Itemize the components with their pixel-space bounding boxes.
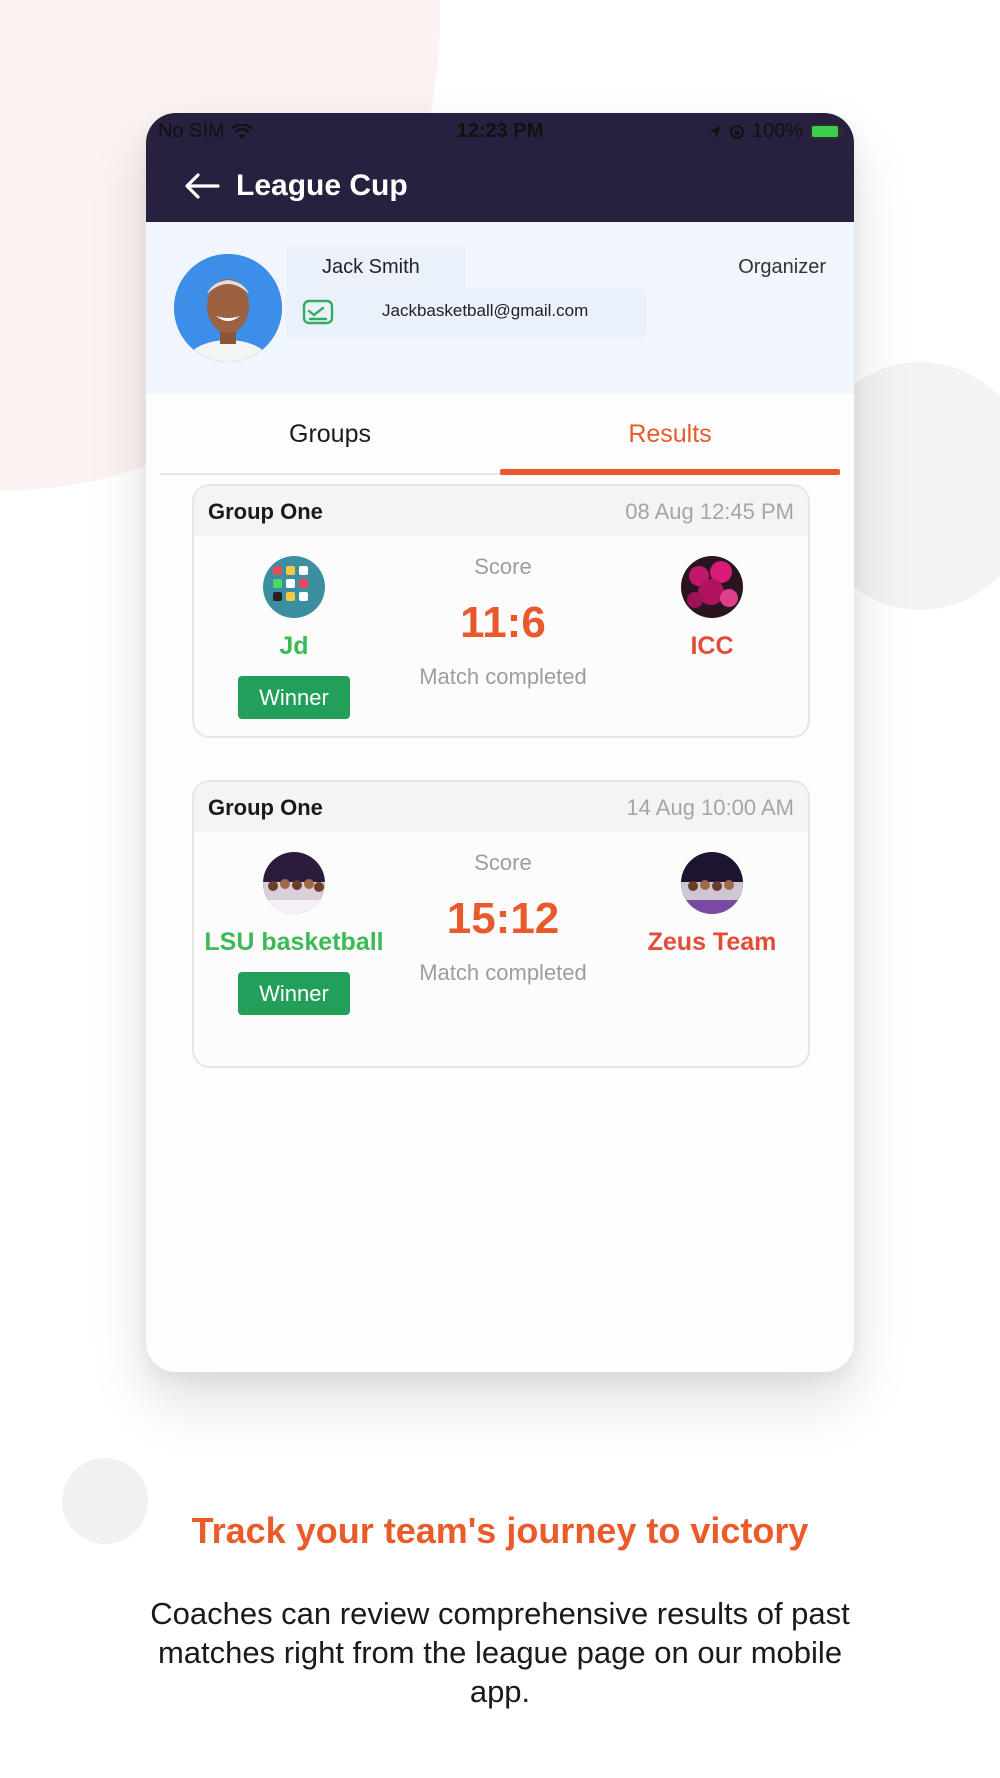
nav-bar: League Cup — [146, 149, 854, 222]
page-title: League Cup — [236, 168, 408, 202]
score-block: Score 15:12 Match completed — [394, 850, 612, 986]
team-logo — [263, 852, 325, 914]
organizer-name: Jack Smith — [322, 256, 420, 278]
location-icon — [708, 125, 721, 138]
match-group: Group One — [208, 499, 323, 524]
rotation-lock-icon — [729, 124, 744, 139]
home-team-name: LSU basketball — [204, 928, 384, 956]
score-value: 11:6 — [460, 598, 546, 647]
match-status: Match completed — [419, 664, 587, 689]
score-block: Score 11:6 Match completed — [394, 554, 612, 690]
away-team: ICC — [612, 556, 808, 662]
tab-results[interactable]: Results — [500, 394, 840, 475]
score-label: Score — [474, 850, 532, 875]
match-date: 08 Aug 12:45 PM — [625, 499, 794, 524]
match-header: Group One 14 Aug 10:00 AM — [194, 782, 808, 832]
score-value: 15:12 — [446, 894, 560, 943]
home-team-name: Jd — [279, 632, 309, 660]
match-group: Group One — [208, 795, 323, 820]
match-status: Match completed — [419, 960, 587, 985]
away-team: Zeus Team — [612, 852, 808, 958]
avatar-image — [174, 254, 282, 362]
battery-icon — [810, 124, 843, 139]
home-team: Jd Winner — [194, 556, 394, 719]
battery-percent: 100% — [751, 120, 803, 142]
tab-bar: Groups Results — [160, 394, 840, 475]
tab-groups[interactable]: Groups — [160, 394, 500, 475]
phone-mockup: No SIM 12:23 PM 100% League Cup Jack Smi… — [146, 113, 854, 1372]
score-label: Score — [474, 554, 532, 579]
home-team: LSU basketball Winner — [194, 852, 394, 1015]
match-header: Group One 08 Aug 12:45 PM — [194, 486, 808, 536]
match-card[interactable]: Group One 14 Aug 10:00 AM LSU basketball… — [192, 780, 810, 1068]
winner-badge: Winner — [238, 676, 350, 719]
app-header: No SIM 12:23 PM 100% League Cup — [146, 113, 854, 222]
screen: No SIM 12:23 PM 100% League Cup Jack Smi… — [0, 0, 1000, 1778]
match-card[interactable]: Group One 08 Aug 12:45 PM Jd Winner Scor… — [192, 484, 810, 738]
organizer-email[interactable]: Jackbasketball@gmail.com — [382, 301, 588, 321]
status-bar: No SIM 12:23 PM 100% — [146, 113, 854, 149]
away-team-name: ICC — [690, 632, 734, 660]
promo-description: Coaches can review comprehensive results… — [150, 1596, 850, 1709]
active-tab-indicator — [500, 469, 840, 475]
organizer-card: Jack Smith Organizer Jackbasketball@gmai… — [146, 222, 854, 394]
back-arrow-icon[interactable] — [182, 171, 222, 201]
promo-headline: Track your team's journey to victory — [191, 1510, 809, 1551]
winner-badge: Winner — [238, 972, 350, 1015]
team-logo — [263, 556, 325, 618]
away-team-name: Zeus Team — [647, 928, 777, 956]
team-logo — [681, 852, 743, 914]
email-icon[interactable] — [301, 297, 335, 327]
avatar — [174, 254, 282, 362]
role-label: Organizer — [738, 256, 826, 278]
team-logo — [681, 556, 743, 618]
match-date: 14 Aug 10:00 AM — [626, 795, 794, 820]
